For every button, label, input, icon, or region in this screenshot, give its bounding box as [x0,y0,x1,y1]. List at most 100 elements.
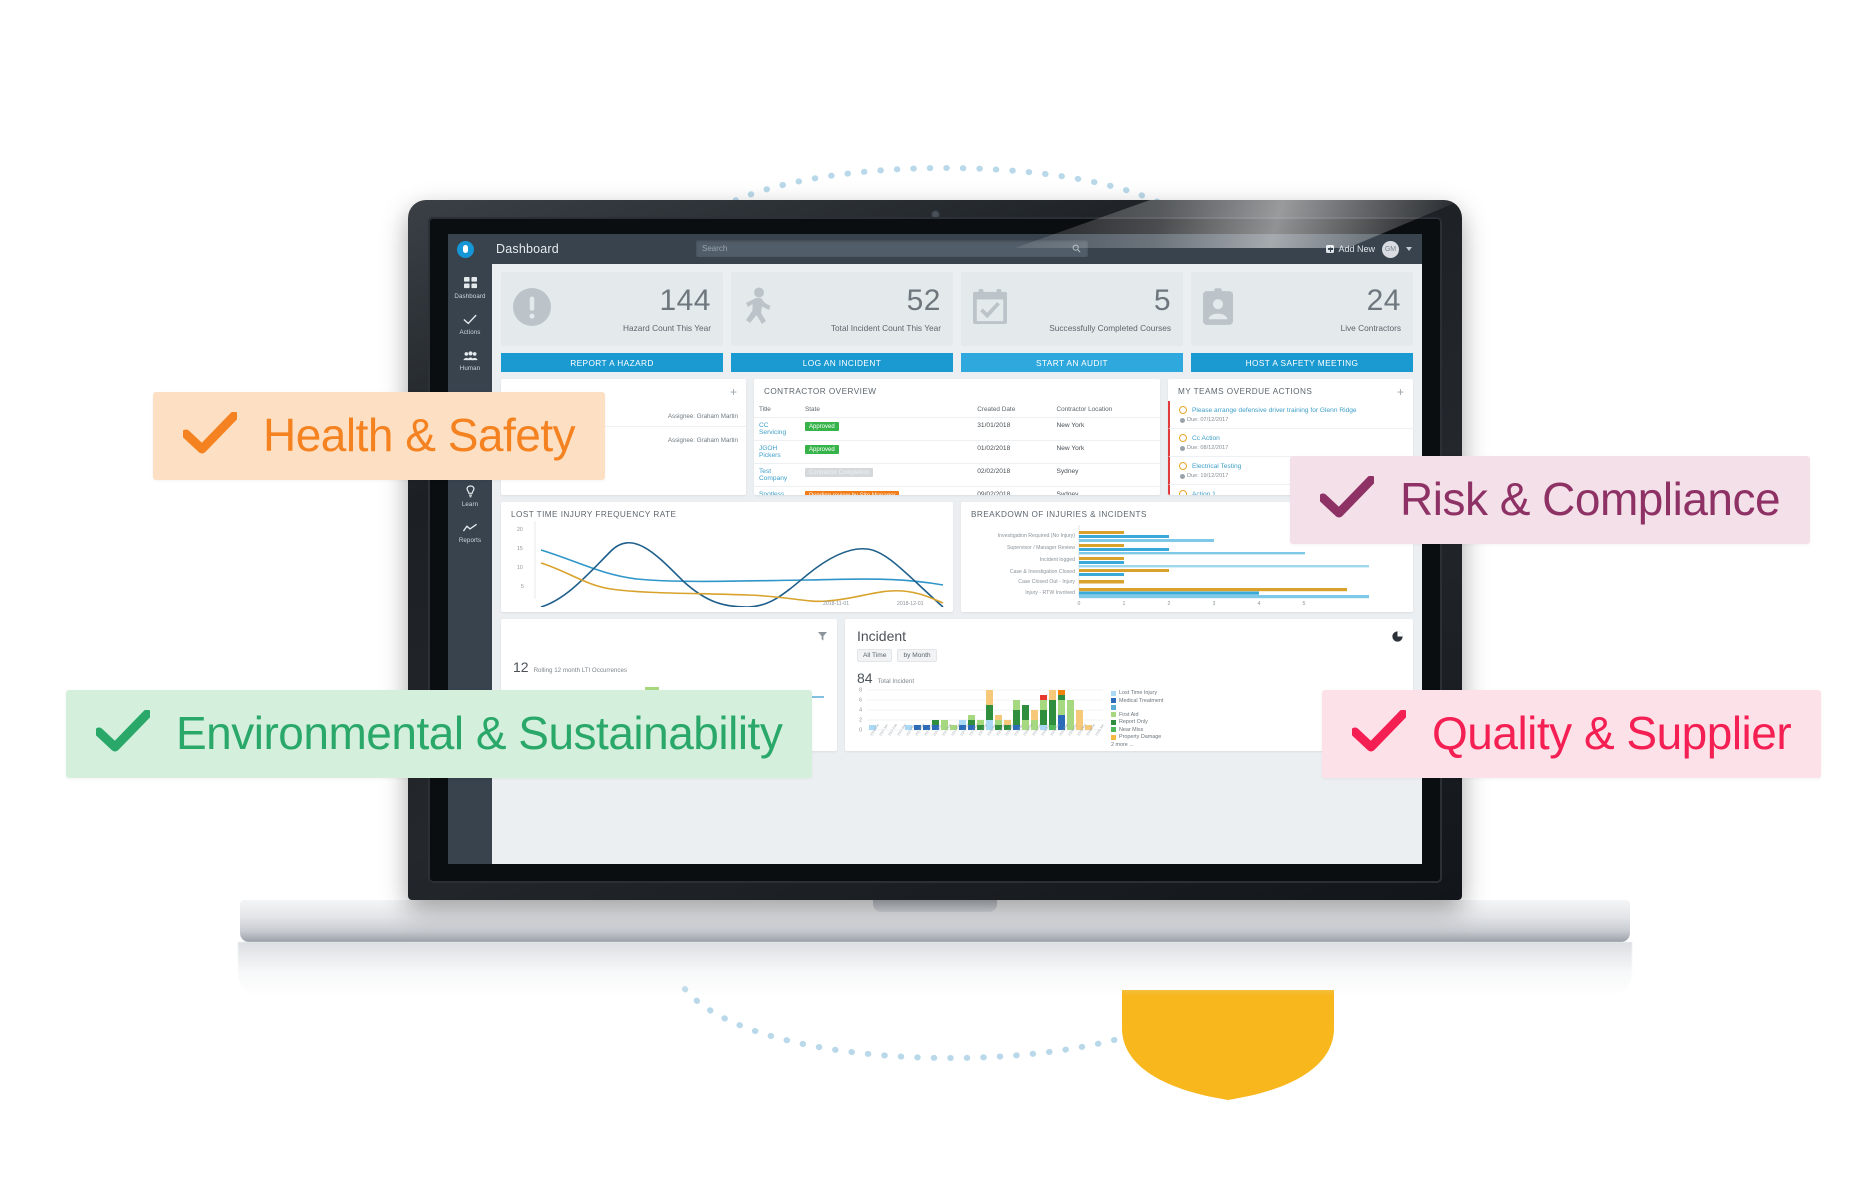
cell-state: Pending review by Site Manager [800,486,973,495]
column-header-state: State [805,406,820,413]
legend-label: Lost Time Injury [1119,690,1158,696]
cell-title: Test Company [754,463,800,487]
svg-text:2018-12-01: 2018-12-01 [897,601,924,607]
svg-text:Investigation Required (No Inj: Investigation Required (No Injury) [998,533,1076,539]
action-name: Electrical Testing [1192,462,1242,470]
quick-action-buttons: REPORT A HAZARD LOG AN INCIDENT START AN… [501,353,1413,372]
start-audit-button[interactable]: START AN AUDIT [961,353,1183,372]
pie-chart-icon[interactable] [1392,629,1403,647]
cell-created: 09/02/2018 [972,486,1052,495]
cell-created: 31/01/2018 [972,417,1052,441]
incident-title: Incident [857,628,907,644]
sidebar-item-label: Dashboard [454,293,486,300]
kpi-card-incident-count[interactable]: 52 Total Incident Count This Year [731,272,953,346]
check-icon [181,411,239,459]
plus-icon[interactable]: + [730,386,737,398]
plus-icon[interactable]: + [1397,386,1404,398]
funnel-icon[interactable] [818,628,827,646]
ltifr-card[interactable]: LOST TIME INJURY FREQUENCY RATE 20 15 10… [501,502,953,612]
contractor-overview-card[interactable]: CONTRACTOR OVERVIEW Title State Created … [754,379,1160,495]
svg-text:8: 8 [859,688,862,694]
chip-all-time[interactable]: All Time [857,649,893,662]
kpi-card-live-contractors[interactable]: 24 Live Contractors [1191,272,1413,346]
chip-by-month[interactable]: by Month [897,649,937,662]
search-placeholder: Search [702,244,728,253]
table-row[interactable]: Test Company Contractor Completion 02/02… [754,463,1160,487]
search-icon [1072,244,1081,253]
legend-label: Report Only [1119,719,1148,725]
card-title: LOST TIME INJURY FREQUENCY RATE [511,510,677,519]
list-item[interactable]: Please arrange defensive driver training… [1168,401,1413,429]
svg-text:Incident logged: Incident logged [1040,557,1075,563]
sidebar-item-learn[interactable]: Learn [448,478,492,514]
legend-item[interactable] [1111,705,1163,710]
status-badge: Approved [805,422,839,431]
column-header-title: Title [759,406,771,413]
svg-text:4: 4 [1258,601,1261,607]
clock-icon [1180,473,1185,479]
search-input[interactable]: Search [696,240,1088,257]
list-item[interactable]: Cc Action Due: 08/12/2017 [1168,429,1413,457]
badge-environmental-sustainability[interactable]: Environmental & Sustainability [66,690,813,778]
table-header-row: Title State Created Date Contractor Loca… [754,402,1160,418]
badge-risk-compliance[interactable]: Risk & Compliance [1290,456,1811,544]
circle-logo-icon[interactable] [457,240,474,258]
status-circle-icon[interactable] [1179,406,1187,414]
add-new-button[interactable]: Add New [1326,244,1375,254]
svg-text:15: 15 [517,546,523,552]
badge-label: Quality & Supplier [1432,707,1792,759]
status-circle-icon[interactable] [1179,490,1187,495]
status-circle-icon[interactable] [1179,462,1187,470]
exclamation-circle-icon [513,287,551,331]
host-safety-meeting-button[interactable]: HOST A SAFETY MEETING [1191,353,1413,372]
table-row[interactable]: JGOH Pickers Approved 01/02/2018 New Yor… [754,440,1160,464]
incident-total-value: 84 [857,670,873,686]
badge-label: Health & Safety [263,409,576,461]
kpi-value: 52 [906,283,941,317]
badge-quality-supplier[interactable]: Quality & Supplier [1322,690,1822,778]
chevron-down-icon[interactable] [1406,247,1412,251]
svg-text:Supervisor / Manager Review: Supervisor / Manager Review [1007,545,1075,551]
kpi-value: 5 [1153,283,1171,317]
sidebar-item-reports[interactable]: Reports [448,514,492,550]
sidebar-item-dashboard[interactable]: Dashboard [448,270,492,306]
log-incident-button[interactable]: LOG AN INCIDENT [731,353,953,372]
badge-label: Risk & Compliance [1400,473,1781,525]
action-due: Due: 07/12/2017 [1187,417,1229,423]
trend-icon [450,521,490,534]
report-hazard-button[interactable]: REPORT A HAZARD [501,353,723,372]
action-name: Cc Action [1192,434,1220,442]
legend-item[interactable]: Property Damage [1111,734,1163,740]
legend-item[interactable]: First Aid [1111,712,1163,718]
legend-item[interactable]: Report Only [1111,719,1163,725]
avatar[interactable]: GM [1382,240,1399,258]
kpi-card-hazard-count[interactable]: 144 Hazard Count This Year [501,272,723,346]
kpi-card-completed-courses[interactable]: 5 Successfully Completed Courses [961,272,1183,346]
legend-item[interactable]: Medical Treatment [1111,698,1163,704]
kpi-value: 24 [1366,283,1401,317]
incident-total-caption: Total Incident [877,678,915,685]
cell-state: Approved [800,417,973,441]
legend-swatch [1111,712,1116,717]
legend-more[interactable]: 2 more ... [1111,742,1163,748]
topbar-right: Add New GM [1326,234,1412,264]
legend-item[interactable]: Near Miss [1111,727,1163,733]
sidebar-item-actions[interactable]: Actions [448,306,492,342]
status-circle-icon[interactable] [1179,434,1187,442]
table-row[interactable]: CC Servicing Approved 31/01/2018 New Yor… [754,417,1160,441]
svg-text:3: 3 [1213,601,1216,607]
sidebar-item-label: Human [459,365,481,372]
legend-item[interactable]: Lost Time Injury [1111,690,1163,696]
svg-text:20: 20 [517,527,523,533]
svg-text:2: 2 [1168,601,1171,607]
legend-swatch [1111,690,1116,696]
laptop-base-shadow [238,942,1632,996]
cell-created: 01/02/2018 [972,440,1052,464]
table-row[interactable]: Spotless Cleaning Group Pending review b… [754,486,1160,495]
plus-icon [1326,245,1335,253]
sidebar-item-human[interactable]: Human [448,342,492,378]
badge-health-safety[interactable]: Health & Safety [153,392,606,480]
incident-stacked-bar-chart: 86 42 0 2016 Dec 2017 Jan 2017 Feb 2017 … [859,688,1105,737]
clipboard-check-icon [973,288,1007,331]
people-icon [450,349,490,362]
